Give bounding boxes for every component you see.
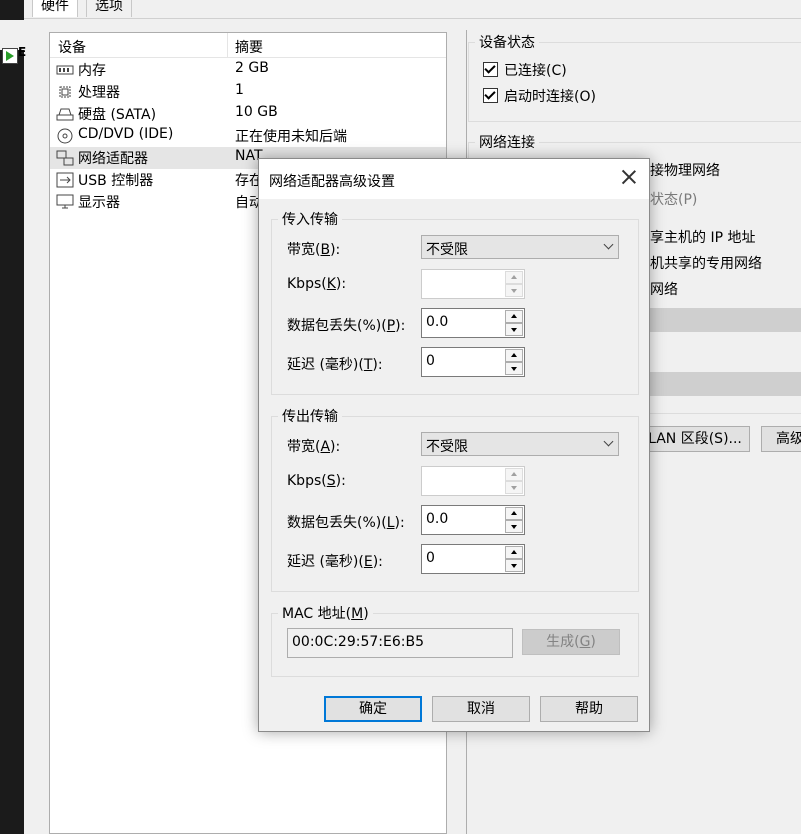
spin-down-icon[interactable] <box>505 362 523 375</box>
device-summary: 2 GB <box>235 60 269 76</box>
network-adapter-advanced-dialog: 网络适配器高级设置 传入传输 带宽(B): 不受限 Kbps(K): 数据包丢失… <box>258 158 650 732</box>
tab-hardware[interactable]: 硬件 <box>32 0 78 17</box>
usb-icon <box>56 172 74 188</box>
device-name: CD/DVD (IDE) <box>78 126 174 142</box>
outgoing-bandwidth-label: 带宽(A): <box>287 439 341 455</box>
device-name: 显示器 <box>78 195 120 211</box>
cpu-icon <box>59 86 71 98</box>
outgoing-latency-stepper[interactable]: 0 <box>421 544 525 574</box>
cancel-button[interactable]: 取消 <box>432 696 530 722</box>
device-list-header: 设备 摘要 <box>50 33 446 58</box>
column-divider[interactable] <box>227 33 228 57</box>
incoming-packet-loss-label: 数据包丢失(%)(P): <box>287 318 406 334</box>
outgoing-packet-loss-label: 数据包丢失(%)(L): <box>287 515 405 531</box>
vm-running-icon <box>2 48 18 64</box>
spin-down-icon[interactable] <box>505 481 523 494</box>
device-status-title: 设备状态 <box>479 35 535 51</box>
incoming-kbps-stepper[interactable] <box>421 269 525 299</box>
custom-option-label[interactable]: 网络 <box>650 279 678 299</box>
replicate-state-label[interactable]: 状态(P) <box>650 189 697 209</box>
device-row-processor[interactable]: 处理器 1 <box>50 81 446 103</box>
vm-list-strip: E <box>0 0 26 834</box>
vm-list-item[interactable]: E <box>0 20 26 64</box>
settings-tabbar: 硬件 选项 <box>24 0 801 19</box>
incoming-latency-stepper[interactable]: 0 <box>421 347 525 377</box>
help-button[interactable]: 帮助 <box>540 696 638 722</box>
spin-up-icon[interactable] <box>505 310 523 323</box>
device-name: 硬盘 (SATA) <box>78 107 157 123</box>
nat-option-label[interactable]: 享主机的 IP 地址 <box>650 227 755 247</box>
outgoing-kbps-label: Kbps(S): <box>287 473 346 489</box>
ok-button[interactable]: 确定 <box>324 696 422 722</box>
dialog-titlebar[interactable]: 网络适配器高级设置 <box>259 159 649 199</box>
outgoing-kbps-stepper[interactable] <box>421 466 525 496</box>
device-name: 处理器 <box>78 85 120 101</box>
spin-up-icon[interactable] <box>505 349 523 362</box>
incoming-latency-value: 0 <box>426 353 435 369</box>
connect-at-power-on-label[interactable]: 启动时连接(O) <box>504 86 596 106</box>
cd-icon <box>57 128 73 144</box>
device-name: 网络适配器 <box>78 151 148 167</box>
incoming-transfer-title: 传入传输 <box>282 212 338 228</box>
device-summary: 正在使用未知后端 <box>235 129 347 145</box>
outgoing-latency-label: 延迟 (毫秒)(E): <box>287 554 383 570</box>
chevron-down-icon <box>603 239 614 250</box>
device-row-harddisk[interactable]: 硬盘 (SATA) 10 GB <box>50 103 446 125</box>
incoming-bandwidth-label: 带宽(B): <box>287 242 341 258</box>
network-icon <box>56 150 74 166</box>
spin-down-icon[interactable] <box>505 284 523 297</box>
device-row-memory[interactable]: 内存 2 GB <box>50 59 446 81</box>
host-only-option-label[interactable]: 机共享的专用网络 <box>650 253 762 273</box>
mac-address-title: MAC 地址(M) <box>282 606 369 622</box>
chevron-down-icon <box>603 436 614 447</box>
mac-address-field[interactable]: 00:0C:29:57:E6:B5 <box>287 628 513 658</box>
advanced-button[interactable]: 高级 <box>761 426 801 452</box>
incoming-kbps-label: Kbps(K): <box>287 276 347 292</box>
incoming-packet-loss-value: 0.0 <box>426 314 449 330</box>
lan-segment-button[interactable]: LAN 区段(S)... <box>640 426 750 452</box>
memory-icon <box>56 65 74 75</box>
connected-label[interactable]: 已连接(C) <box>504 60 567 80</box>
device-name: USB 控制器 <box>78 173 154 189</box>
device-row-cddvd[interactable]: CD/DVD (IDE) 正在使用未知后端 <box>50 125 446 147</box>
generate-mac-button[interactable]: 生成(G) <box>522 629 620 655</box>
spin-down-icon[interactable] <box>505 520 523 533</box>
close-icon[interactable] <box>621 169 637 185</box>
device-summary: 10 GB <box>235 104 278 120</box>
column-header-summary[interactable]: 摘要 <box>235 37 263 57</box>
spin-down-icon[interactable] <box>505 323 523 336</box>
device-name: 内存 <box>78 63 106 79</box>
harddisk-icon <box>56 108 74 121</box>
outgoing-packet-loss-stepper[interactable]: 0.0 <box>421 505 525 535</box>
spin-down-icon[interactable] <box>505 559 523 572</box>
network-connection-title: 网络连接 <box>479 135 535 151</box>
incoming-bandwidth-select[interactable]: 不受限 <box>421 235 619 259</box>
device-summary: 1 <box>235 82 244 98</box>
dialog-title: 网络适配器高级设置 <box>269 174 395 190</box>
monitor-icon <box>56 194 74 209</box>
outgoing-transfer-title: 传出传输 <box>282 409 338 425</box>
spin-up-icon[interactable] <box>505 271 523 284</box>
bridged-option-label[interactable]: 接物理网络 <box>650 160 720 180</box>
outgoing-bandwidth-select[interactable]: 不受限 <box>421 432 619 456</box>
mac-address-value: 00:0C:29:57:E6:B5 <box>292 634 424 650</box>
lan-segment-select[interactable] <box>640 372 801 396</box>
connected-checkbox[interactable] <box>483 62 498 77</box>
outgoing-latency-value: 0 <box>426 550 435 566</box>
incoming-packet-loss-stepper[interactable]: 0.0 <box>421 308 525 338</box>
custom-network-select[interactable] <box>640 308 801 332</box>
vm-name-fragment: E <box>18 45 27 59</box>
incoming-bandwidth-value: 不受限 <box>426 242 468 258</box>
outgoing-packet-loss-value: 0.0 <box>426 511 449 527</box>
spin-up-icon[interactable] <box>505 468 523 481</box>
spin-up-icon[interactable] <box>505 507 523 520</box>
connect-at-power-on-checkbox[interactable] <box>483 88 498 103</box>
incoming-latency-label: 延迟 (毫秒)(T): <box>287 357 383 373</box>
column-header-device[interactable]: 设备 <box>58 37 86 57</box>
outgoing-bandwidth-value: 不受限 <box>426 439 468 455</box>
spin-up-icon[interactable] <box>505 546 523 559</box>
tab-options[interactable]: 选项 <box>86 0 132 17</box>
